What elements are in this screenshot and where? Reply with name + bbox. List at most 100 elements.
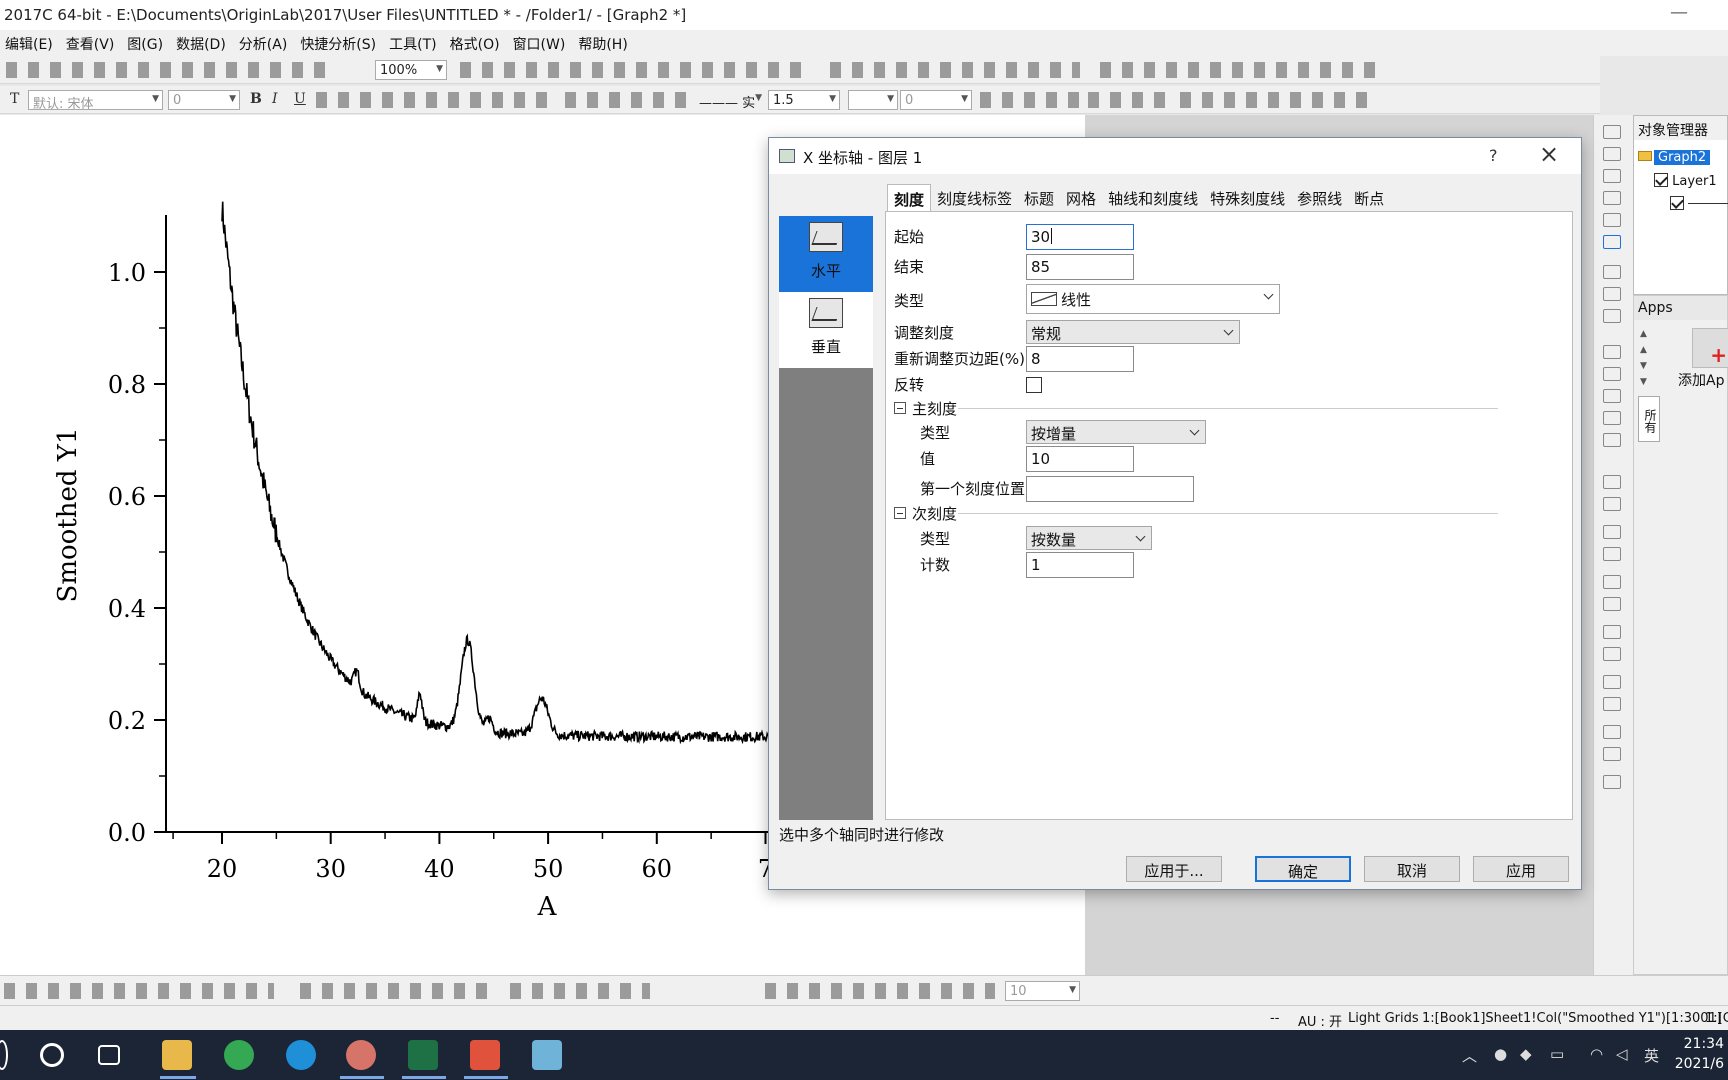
major-type-select[interactable]: 按增量: [1026, 420, 1206, 444]
clock[interactable]: 21:34 2021/6: [1675, 1034, 1724, 1074]
font-select[interactable]: 默认: 宋体 ▼: [28, 90, 163, 112]
menu-analysis[interactable]: 分析(A): [234, 30, 296, 56]
plot-type-icons[interactable]: [4, 983, 274, 999]
tree-node-layer[interactable]: Layer1: [1654, 173, 1717, 189]
battery-icon[interactable]: ▭: [1550, 1045, 1564, 1063]
menu-edit[interactable]: 编辑(E): [0, 30, 61, 56]
add-app-label[interactable]: 添加Ap: [1678, 370, 1724, 390]
tab-reference-lines[interactable]: 参照线: [1291, 184, 1348, 211]
italic-icon[interactable]: I: [272, 91, 278, 107]
minor-count-input[interactable]: 1: [1026, 552, 1134, 578]
value-select[interactable]: 0 ▼: [900, 90, 972, 110]
tab-grids[interactable]: 网格: [1060, 184, 1102, 211]
chrome-icon[interactable]: [224, 1040, 254, 1070]
to-input[interactable]: 85: [1026, 254, 1134, 280]
minimize-button[interactable]: —: [1670, 2, 1688, 23]
bottom-value-select[interactable]: 10 ▼: [1005, 981, 1080, 1001]
text-format-icons[interactable]: [316, 92, 556, 108]
side-tool-icon[interactable]: [1603, 213, 1621, 227]
menu-view[interactable]: 查看(V): [61, 30, 123, 56]
origin-icon[interactable]: [346, 1040, 376, 1070]
tab-scale[interactable]: 刻度: [887, 184, 932, 211]
collapse-icon[interactable]: [894, 402, 906, 414]
apps-tab-all[interactable]: 所有: [1638, 396, 1660, 442]
toolbar-axis-icons[interactable]: [1100, 62, 1380, 78]
file-explorer-icon[interactable]: [162, 1040, 192, 1070]
status-au[interactable]: AU : 开: [1298, 1011, 1342, 1030]
add-app-icon[interactable]: [1692, 328, 1728, 368]
side-tool-icon[interactable]: [1603, 647, 1621, 661]
line-style-select[interactable]: ——— 实 ▼: [695, 90, 765, 111]
microphone-icon[interactable]: ●: [1494, 1045, 1507, 1063]
bold-icon[interactable]: B: [250, 91, 262, 107]
input-language[interactable]: 英: [1644, 1045, 1659, 1066]
tab-tick-labels[interactable]: 刻度线标签: [931, 184, 1018, 211]
color-icons[interactable]: [565, 92, 695, 108]
axis-horizontal[interactable]: 水平: [779, 216, 873, 292]
qq-icon[interactable]: ◆: [1520, 1045, 1532, 1063]
tab-line-and-ticks[interactable]: 轴线和刻度线: [1102, 184, 1204, 211]
font-size-select[interactable]: 0 ▼: [168, 90, 240, 110]
side-tool-icon[interactable]: [1603, 287, 1621, 301]
axis-vertical[interactable]: 垂直: [779, 292, 873, 368]
collapse-icon[interactable]: [894, 507, 906, 519]
pattern-select[interactable]: ▼: [848, 90, 898, 110]
wifi-icon[interactable]: ◠: [1590, 1045, 1603, 1063]
side-tool-icon[interactable]: [1603, 547, 1621, 561]
task-view-icon[interactable]: [98, 1045, 120, 1065]
underline-icon[interactable]: U: [294, 91, 306, 107]
tree-node-graph[interactable]: Graph2: [1638, 150, 1711, 165]
apply-button[interactable]: 应用: [1473, 856, 1569, 882]
from-input[interactable]: 30: [1026, 224, 1134, 250]
edge-icon[interactable]: [286, 1040, 316, 1070]
side-tool-icon[interactable]: [1603, 309, 1621, 323]
camtasia-icon[interactable]: [470, 1040, 500, 1070]
side-tool-icon[interactable]: [1603, 265, 1621, 279]
volume-icon[interactable]: ◁: [1616, 1045, 1628, 1063]
side-tool-icon[interactable]: [1603, 525, 1621, 539]
toolbar-window-icons[interactable]: [460, 62, 810, 78]
toolbar-file-icons[interactable]: [6, 62, 336, 78]
apps-scroll-arrows[interactable]: ▲ ▲ ▼ ▼: [1640, 326, 1647, 390]
reverse-checkbox[interactable]: [1026, 377, 1042, 393]
search-icon[interactable]: [40, 1043, 64, 1067]
tray-expand-icon[interactable]: ︿: [1462, 1045, 1477, 1066]
side-tool-icon[interactable]: [1603, 675, 1621, 689]
side-tool-icon[interactable]: [1603, 597, 1621, 611]
tab-title[interactable]: 标题: [1018, 184, 1060, 211]
rescale-select[interactable]: 常规: [1026, 320, 1240, 344]
excel-icon[interactable]: [408, 1040, 438, 1070]
text-tool-icon[interactable]: T: [10, 91, 19, 107]
plot-visible-checkbox[interactable]: [1670, 196, 1684, 210]
status-theme[interactable]: Light Grids: [1348, 1011, 1419, 1026]
side-tool-icon[interactable]: [1603, 125, 1621, 139]
major-ticks-group[interactable]: 主刻度: [894, 398, 957, 419]
side-tool-icon[interactable]: [1603, 367, 1621, 381]
menu-help[interactable]: 帮助(H): [573, 30, 635, 56]
start-icon[interactable]: [0, 1040, 8, 1070]
minor-ticks-group[interactable]: 次刻度: [894, 503, 957, 524]
first-tick-input[interactable]: [1026, 476, 1194, 502]
help-button[interactable]: ?: [1489, 146, 1498, 165]
close-button[interactable]: ×: [1539, 140, 1559, 168]
side-tool-icon[interactable]: [1603, 625, 1621, 639]
layer-visible-checkbox[interactable]: [1654, 173, 1668, 187]
arrange-icons[interactable]: [1180, 92, 1370, 108]
side-tool-icon[interactable]: [1603, 411, 1621, 425]
menu-format[interactable]: 格式(O): [445, 30, 508, 56]
menu-tools[interactable]: 工具(T): [384, 30, 444, 56]
app-icon[interactable]: [532, 1040, 562, 1070]
tab-special-ticks[interactable]: 特殊刻度线: [1204, 184, 1291, 211]
object-edit-icons[interactable]: [765, 983, 995, 999]
major-value-input[interactable]: 10: [1026, 446, 1134, 472]
ok-button[interactable]: 确定: [1255, 856, 1351, 882]
toolbar-analysis-icons[interactable]: [830, 62, 1080, 78]
menu-window[interactable]: 窗口(W): [508, 30, 574, 56]
apply-to-button[interactable]: 应用于...: [1126, 856, 1222, 882]
side-tool-icon[interactable]: [1603, 169, 1621, 183]
side-tool-icon[interactable]: [1603, 775, 1621, 789]
side-tool-icon[interactable]: [1603, 575, 1621, 589]
side-tool-icon[interactable]: [1603, 191, 1621, 205]
side-tool-icon[interactable]: [1603, 433, 1621, 447]
side-tool-icon[interactable]: [1603, 475, 1621, 489]
